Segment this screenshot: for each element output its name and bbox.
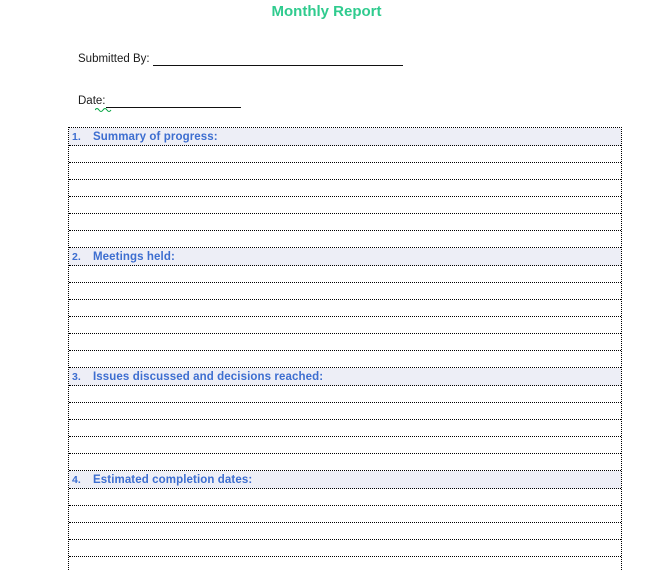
- table-blank-row[interactable]: [69, 420, 621, 437]
- table-blank-row[interactable]: [69, 506, 621, 523]
- table-blank-row[interactable]: [69, 163, 621, 180]
- table-blank-row[interactable]: [69, 266, 621, 283]
- section-heading: Estimated completion dates:: [93, 473, 253, 486]
- table-blank-row[interactable]: [69, 386, 621, 403]
- section-heading-row: 1. Summary of progress:: [69, 128, 621, 146]
- section-heading: Summary of progress:: [93, 130, 218, 143]
- section-number: 3.: [72, 370, 81, 383]
- section-heading-row: 2. Meetings held:: [69, 248, 621, 266]
- submitted-by-input-line[interactable]: [152, 52, 403, 66]
- date-input-line[interactable]: [105, 94, 241, 108]
- report-section: 3. Issues discussed and decisions reached…: [69, 368, 621, 471]
- table-blank-row[interactable]: [69, 351, 621, 368]
- section-number: 2.: [72, 250, 81, 263]
- document-page: Monthly Report Submitted By: Date: 1. Sum…: [0, 0, 653, 570]
- table-blank-row[interactable]: [69, 300, 621, 317]
- section-heading-row: 3. Issues discussed and decisions reached…: [69, 368, 621, 386]
- table-blank-row[interactable]: [69, 317, 621, 334]
- spellcheck-squiggle-icon: [95, 108, 112, 112]
- section-number: 4.: [72, 473, 81, 486]
- table-blank-row[interactable]: [69, 437, 621, 454]
- table-blank-row[interactable]: [69, 489, 621, 506]
- submitted-by-field: Submitted By:: [78, 50, 403, 66]
- table-blank-row[interactable]: [69, 146, 621, 163]
- table-blank-row[interactable]: [69, 540, 621, 557]
- table-blank-row[interactable]: [69, 403, 621, 420]
- report-section: 4. Estimated completion dates:: [69, 471, 621, 570]
- table-blank-row[interactable]: [69, 454, 621, 471]
- section-heading: Issues discussed and decisions reached:: [93, 370, 324, 383]
- table-blank-row[interactable]: [69, 283, 621, 300]
- page-title: Monthly Report: [271, 3, 382, 20]
- table-blank-row[interactable]: [69, 197, 621, 214]
- table-blank-row[interactable]: [69, 214, 621, 231]
- table-blank-row[interactable]: [69, 334, 621, 351]
- table-blank-row[interactable]: [69, 557, 621, 570]
- report-table: 1. Summary of progress: 2. Meetings held: 3.…: [68, 127, 622, 570]
- submitted-by-label: Submitted By:: [78, 53, 150, 65]
- table-blank-row[interactable]: [69, 180, 621, 197]
- report-section: 2. Meetings held:: [69, 248, 621, 368]
- report-section: 1. Summary of progress:: [69, 128, 621, 248]
- date-label: Date:: [78, 95, 106, 107]
- table-blank-row[interactable]: [69, 523, 621, 540]
- date-field: Date:: [78, 92, 241, 108]
- section-heading-row: 4. Estimated completion dates:: [69, 471, 621, 489]
- section-heading: Meetings held:: [93, 250, 175, 263]
- section-number: 1.: [72, 130, 81, 143]
- table-blank-row[interactable]: [69, 231, 621, 248]
